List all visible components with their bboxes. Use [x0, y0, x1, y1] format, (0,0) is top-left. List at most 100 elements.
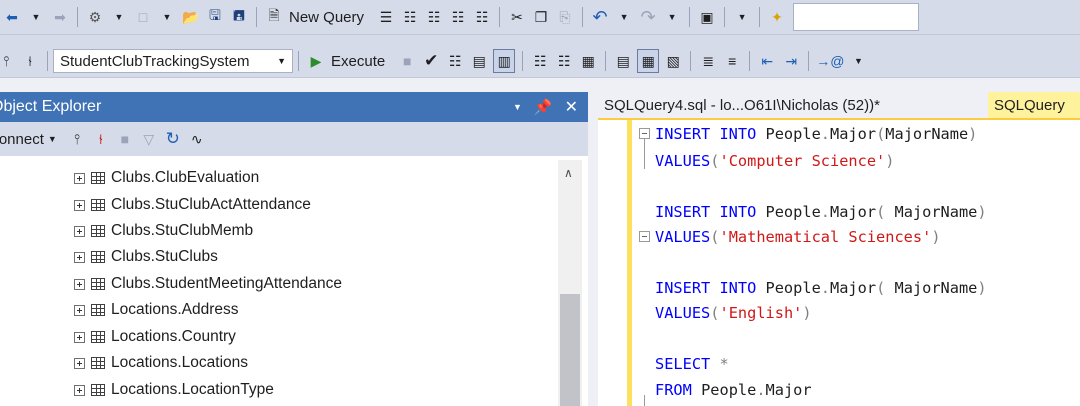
table-icon — [91, 199, 105, 211]
tree-item[interactable]: Locations.Country — [74, 325, 236, 349]
increase-indent-icon[interactable]: ⇥ — [781, 50, 801, 72]
scroll-up-icon[interactable]: ∧ — [564, 166, 573, 180]
activity-icon[interactable]: ∿ — [187, 128, 207, 150]
results-to-icon[interactable]: ▥ — [493, 49, 516, 73]
filter-icon[interactable]: ▽ — [139, 128, 159, 150]
collapse-icon[interactable] — [639, 128, 650, 139]
table-icon — [91, 357, 105, 369]
include-plan-icon[interactable]: ☷ — [530, 50, 550, 72]
code-line: INSERT INTO People.Major( MajorName) — [655, 203, 987, 221]
tab-label: SQLQuery4.sql - lo...O61I\Nicholas (52))… — [604, 96, 880, 114]
chevron-down-icon[interactable]: ▼ — [157, 6, 177, 28]
tab-sqlquery4[interactable]: SQLQuery4.sql - lo...O61I\Nicholas (52))… — [598, 92, 988, 118]
outline-line — [644, 395, 645, 406]
tab-sqlquery-second[interactable]: SQLQuery — [988, 92, 1080, 118]
expand-icon[interactable] — [74, 251, 85, 263]
chevron-down-icon[interactable]: ▼ — [662, 6, 682, 28]
back-icon[interactable]: ⬅ — [2, 6, 22, 28]
document-tabs: SQLQuery4.sql - lo...O61I\Nicholas (52))… — [598, 92, 1080, 118]
collapse-icon[interactable] — [639, 231, 650, 242]
toolbar-overflow-icon[interactable]: ▼ — [848, 50, 868, 72]
new-query-icon[interactable]: 🗎 — [264, 6, 284, 28]
tree-item[interactable]: Locations.LocationType — [74, 378, 274, 402]
object-explorer-toolbar: Connect ▼ ⫯ ⫮ ■ ▽ ↻ ∿ — [0, 122, 588, 156]
scrollbar-thumb[interactable] — [560, 294, 580, 406]
tree-item[interactable]: Clubs.StuClubActAttendance — [74, 193, 311, 217]
change-tracking-bar — [627, 120, 632, 406]
expand-icon[interactable] — [74, 199, 85, 211]
dax-query-icon[interactable]: ☷ — [472, 6, 492, 28]
activity-monitor-icon[interactable]: ▣ — [697, 6, 717, 28]
uncomment-icon[interactable]: ≡ — [722, 50, 742, 72]
mdx-query-icon[interactable]: ☷ — [400, 6, 420, 28]
connect-button[interactable]: Connect — [0, 131, 44, 148]
chevron-down-icon[interactable]: ▼ — [48, 134, 57, 144]
database-selector[interactable]: StudentClubTrackingSystem ▼ — [53, 49, 293, 73]
add-item-icon[interactable]: □ — [133, 6, 153, 28]
change-connection-icon[interactable]: ⫮ — [20, 50, 40, 72]
separator — [256, 7, 257, 27]
client-stats-icon[interactable]: ▦ — [578, 50, 598, 72]
chevron-down-icon[interactable]: ▼ — [732, 6, 752, 28]
expand-icon[interactable] — [74, 331, 85, 343]
results-to-text-icon[interactable]: ▤ — [613, 50, 633, 72]
tree-item[interactable]: Locations.Address — [74, 298, 239, 322]
open-folder-icon[interactable]: 📂 — [181, 6, 201, 28]
stop-icon[interactable]: ■ — [115, 128, 135, 150]
database-engine-query-icon[interactable]: ☰ — [376, 6, 396, 28]
panel-splitter[interactable] — [588, 92, 598, 406]
chevron-down-icon: ▼ — [277, 56, 286, 66]
undo-icon[interactable]: ↶ — [590, 6, 610, 28]
copy-icon[interactable]: ❐ — [531, 6, 551, 28]
pin-icon[interactable]: 📌 — [534, 98, 553, 116]
refresh-icon[interactable]: ↻ — [163, 128, 183, 150]
tree-item[interactable]: Clubs.ClubEvaluation — [74, 166, 259, 190]
chevron-down-icon[interactable]: ▼ — [513, 102, 522, 112]
new-query-button[interactable]: New Query — [289, 9, 364, 26]
expand-icon[interactable] — [74, 304, 85, 316]
disconnect-icon[interactable]: ⫮ — [91, 128, 111, 150]
decrease-indent-icon[interactable]: ⇤ — [757, 50, 777, 72]
cut-icon[interactable]: ✂ — [507, 6, 527, 28]
tree-item[interactable]: Clubs.StudentMeetingAttendance — [74, 272, 342, 296]
connect-icon[interactable]: ⫯ — [0, 50, 16, 72]
close-icon[interactable]: ✕ — [565, 97, 578, 117]
save-all-icon[interactable]: 🖪 — [229, 6, 249, 28]
xmla-query-icon[interactable]: ☷ — [448, 6, 468, 28]
comment-icon[interactable]: ≣ — [698, 50, 718, 72]
results-to-file-icon[interactable]: ▧ — [663, 50, 683, 72]
execute-button[interactable]: Execute — [331, 53, 385, 70]
redo-icon[interactable]: ↷ — [638, 6, 658, 28]
stop-icon[interactable]: ■ — [397, 50, 417, 72]
separator — [749, 51, 751, 71]
tree-item[interactable]: Clubs.StuClubMemb — [74, 219, 253, 243]
tree-item[interactable]: Clubs.StuClubs — [74, 245, 218, 269]
expand-icon[interactable] — [74, 225, 85, 237]
expand-icon[interactable] — [74, 384, 85, 396]
expand-icon[interactable] — [74, 278, 85, 290]
find-icon[interactable]: ✦ — [767, 6, 787, 28]
tree-item[interactable]: Locations.Locations — [74, 351, 248, 375]
new-project-icon[interactable]: ⚙ — [85, 6, 105, 28]
query-designer-icon[interactable]: ▤ — [469, 50, 489, 72]
specify-values-icon[interactable]: →@ — [816, 50, 844, 72]
chevron-down-icon[interactable]: ▼ — [109, 6, 129, 28]
tab-label: SQLQuery — [994, 96, 1065, 114]
toolbar-gap — [0, 35, 1080, 45]
paste-icon[interactable]: ⎘ — [555, 6, 575, 28]
execute-icon[interactable]: ▶ — [306, 50, 326, 72]
expand-icon[interactable] — [74, 172, 85, 184]
parse-icon[interactable]: ✔ — [421, 50, 441, 72]
expand-icon[interactable] — [74, 357, 85, 369]
separator — [605, 51, 607, 71]
find-input[interactable] — [793, 3, 920, 31]
dmx-query-icon[interactable]: ☷ — [424, 6, 444, 28]
chevron-down-icon[interactable]: ▼ — [26, 6, 46, 28]
live-stats-icon[interactable]: ☷ — [554, 50, 574, 72]
connect-plug-icon[interactable]: ⫯ — [67, 128, 87, 150]
save-icon[interactable]: 🖫 — [205, 6, 225, 28]
forward-icon[interactable]: ➡ — [50, 6, 70, 28]
display-plan-icon[interactable]: ☷ — [445, 50, 465, 72]
results-to-grid-icon[interactable]: ▦ — [637, 49, 660, 73]
chevron-down-icon[interactable]: ▼ — [614, 6, 634, 28]
